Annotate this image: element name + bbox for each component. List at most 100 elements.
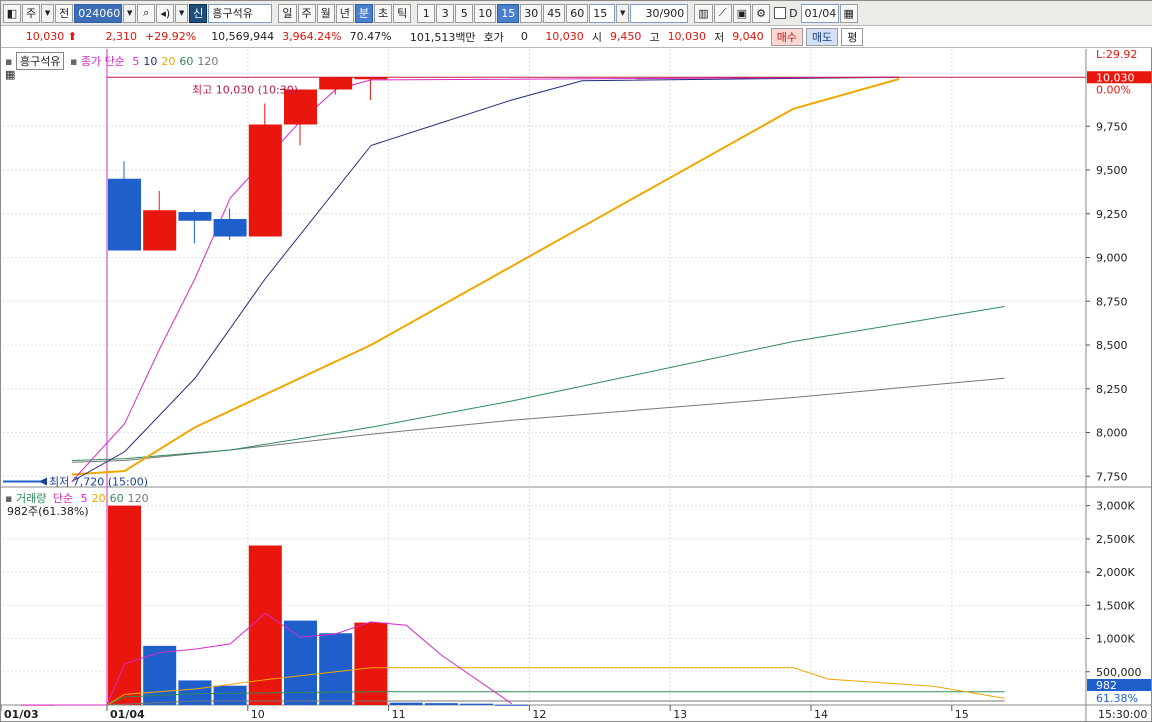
candle-body[interactable] xyxy=(213,219,247,237)
price-tick-label: 9,250 xyxy=(1096,208,1128,221)
current-price-value: 10,030 xyxy=(25,30,65,43)
period-dropdown-icon[interactable]: ▼ xyxy=(41,3,55,23)
sound-icon[interactable]: ◂) xyxy=(156,3,175,23)
prev-button-label: 전 xyxy=(59,7,70,20)
period-tab-3[interactable]: 년 xyxy=(335,3,354,23)
candle-body[interactable] xyxy=(178,212,212,221)
grid-table-icon[interactable]: ▦ xyxy=(5,68,15,81)
volume-ma-legend-60[interactable]: 60 xyxy=(110,492,124,505)
volume-tick-label: 500,000 xyxy=(1096,666,1142,679)
minute-tab-1[interactable]: 1 xyxy=(417,3,436,23)
price-tick-label: 8,250 xyxy=(1096,383,1128,396)
ma-legend-5[interactable]: 5 xyxy=(132,55,139,68)
time-tick-label: 15 xyxy=(955,708,969,721)
volume-tick-label: 3,000K xyxy=(1096,500,1135,513)
volume-bar[interactable] xyxy=(460,703,493,705)
candle-body[interactable] xyxy=(108,178,141,251)
candle-type-icon[interactable]: ▥ xyxy=(694,3,713,23)
price-tick-label: 9,500 xyxy=(1096,164,1128,177)
volume-bar[interactable] xyxy=(495,704,529,706)
price-change: 2,310 xyxy=(105,30,138,43)
panel-toggle-icon[interactable]: ◧ xyxy=(3,3,21,23)
volume-bar[interactable] xyxy=(108,505,141,705)
time-tick-label: 01/03 xyxy=(4,708,39,721)
period-tab-6[interactable]: 틱 xyxy=(393,3,412,23)
low-annotation: 최저 7,720 (15:00) xyxy=(49,476,148,489)
volume-bar[interactable] xyxy=(319,633,353,705)
time-tick-label: 12 xyxy=(532,708,546,721)
change-rate-label: L:29.92 xyxy=(1096,49,1137,61)
avg-button[interactable]: 평 xyxy=(841,27,864,46)
period-select-label: 주 xyxy=(26,7,37,20)
ask-label: 호가 xyxy=(483,30,504,44)
price-pct-tag: 0.00% xyxy=(1096,83,1131,96)
volume-ma-legend-20[interactable]: 20 xyxy=(92,492,106,505)
time-tick-label: 13 xyxy=(673,708,687,721)
hts-chart-window: ◧ 주 ▼ 전 024060 ▼ ⌕ ◂) ▼ 신 흥구석유 일주월년분초틱 1… xyxy=(0,0,1152,722)
volume-bar[interactable] xyxy=(354,622,388,705)
candle-body[interactable] xyxy=(248,124,282,237)
volume-bar[interactable] xyxy=(213,685,247,705)
minute-tab-30[interactable]: 30 xyxy=(520,3,543,23)
date-value: 01/04 xyxy=(804,6,837,20)
high-price: 10,030 xyxy=(667,30,707,43)
minute-tab-45[interactable]: 45 xyxy=(543,3,566,23)
search-icon[interactable]: ⌕ xyxy=(137,3,156,23)
calendar-icon[interactable]: ▦ xyxy=(839,3,858,23)
ma-legend-120[interactable]: 120 xyxy=(197,55,218,68)
stock-code-dropdown-icon[interactable]: ▼ xyxy=(123,3,137,23)
period-tab-4[interactable]: 분 xyxy=(354,3,373,23)
minute-tab-10[interactable]: 10 xyxy=(474,3,497,23)
save-icon[interactable]: ▣ xyxy=(732,3,752,23)
stock-name-value: 흥구석유 xyxy=(212,7,253,20)
ma-legend-20[interactable]: 20 xyxy=(161,55,175,68)
ma-period-list: 5 10 20 60 120 xyxy=(128,55,218,68)
count-input[interactable]: 30/900 xyxy=(630,3,689,23)
interval-input[interactable]: 15 xyxy=(589,3,616,23)
drawing-tool-icon[interactable]: ⟋ xyxy=(713,3,732,23)
sound-dropdown-icon[interactable]: ▼ xyxy=(175,3,189,23)
chart-toolbar: ◧ 주 ▼ 전 024060 ▼ ⌕ ◂) ▼ 신 흥구석유 일주월년분초틱 1… xyxy=(1,1,1152,26)
price-tick-label: 8,000 xyxy=(1096,427,1128,440)
volume-ma-legend-120[interactable]: 120 xyxy=(128,492,149,505)
ma-legend-60[interactable]: 60 xyxy=(179,55,193,68)
price-tick-label: 8,750 xyxy=(1096,295,1128,308)
prev-button[interactable]: 전 xyxy=(55,3,74,23)
ma-legend-10[interactable]: 10 xyxy=(143,55,157,68)
chart-area[interactable]: 9,750 9,500 9,250 9,000 8,750 8,500 8,250 8,000… xyxy=(1,49,1151,721)
period-tab-1[interactable]: 주 xyxy=(297,3,316,23)
minute-tab-5[interactable]: 5 xyxy=(455,3,474,23)
date-input[interactable]: 01/04 xyxy=(800,3,839,23)
volume-value: 10,569,944 xyxy=(211,30,275,43)
price-tick-label: 9,750 xyxy=(1096,120,1128,133)
price-change-pct: +29.92% xyxy=(145,30,197,43)
volume-bar[interactable] xyxy=(389,702,423,705)
period-select[interactable]: 주 xyxy=(22,3,41,23)
buy-button[interactable]: 매수 xyxy=(770,27,803,46)
volume-bar[interactable] xyxy=(424,703,458,705)
period-tab-5[interactable]: 초 xyxy=(374,3,393,23)
date-checkbox[interactable] xyxy=(774,7,787,19)
minute-tab-60[interactable]: 60 xyxy=(566,3,589,23)
candle-body[interactable] xyxy=(143,210,177,251)
stock-code-input[interactable]: 024060 xyxy=(74,3,123,23)
volume-pct-tag: 61.38% xyxy=(1096,692,1138,705)
stock-name-tag: 흥구석유 xyxy=(15,52,65,70)
interval-dropdown-icon[interactable]: ▼ xyxy=(616,3,630,23)
period-tab-2[interactable]: 월 xyxy=(316,3,335,23)
minute-tab-15[interactable]: 15 xyxy=(497,3,520,23)
current-price: 10,030 ⬆ xyxy=(1,30,81,43)
volume-tag: 982 xyxy=(1096,679,1117,692)
new-listing-label: 신 xyxy=(193,7,204,20)
candle-body[interactable] xyxy=(354,77,388,80)
avg-button-label: 평 xyxy=(847,30,858,44)
sell-button[interactable]: 매도 xyxy=(805,27,839,46)
time-tick-label: 11 xyxy=(392,708,406,721)
last-price: 10,030 xyxy=(545,30,584,43)
gear-icon[interactable]: ⚙ xyxy=(752,3,771,23)
candle-body[interactable] xyxy=(319,77,353,90)
period-tab-0[interactable]: 일 xyxy=(278,3,297,23)
minute-tab-3[interactable]: 3 xyxy=(436,3,455,23)
stock-name-field[interactable]: 흥구석유 xyxy=(208,3,273,23)
date-checkbox-label: D xyxy=(789,6,798,20)
